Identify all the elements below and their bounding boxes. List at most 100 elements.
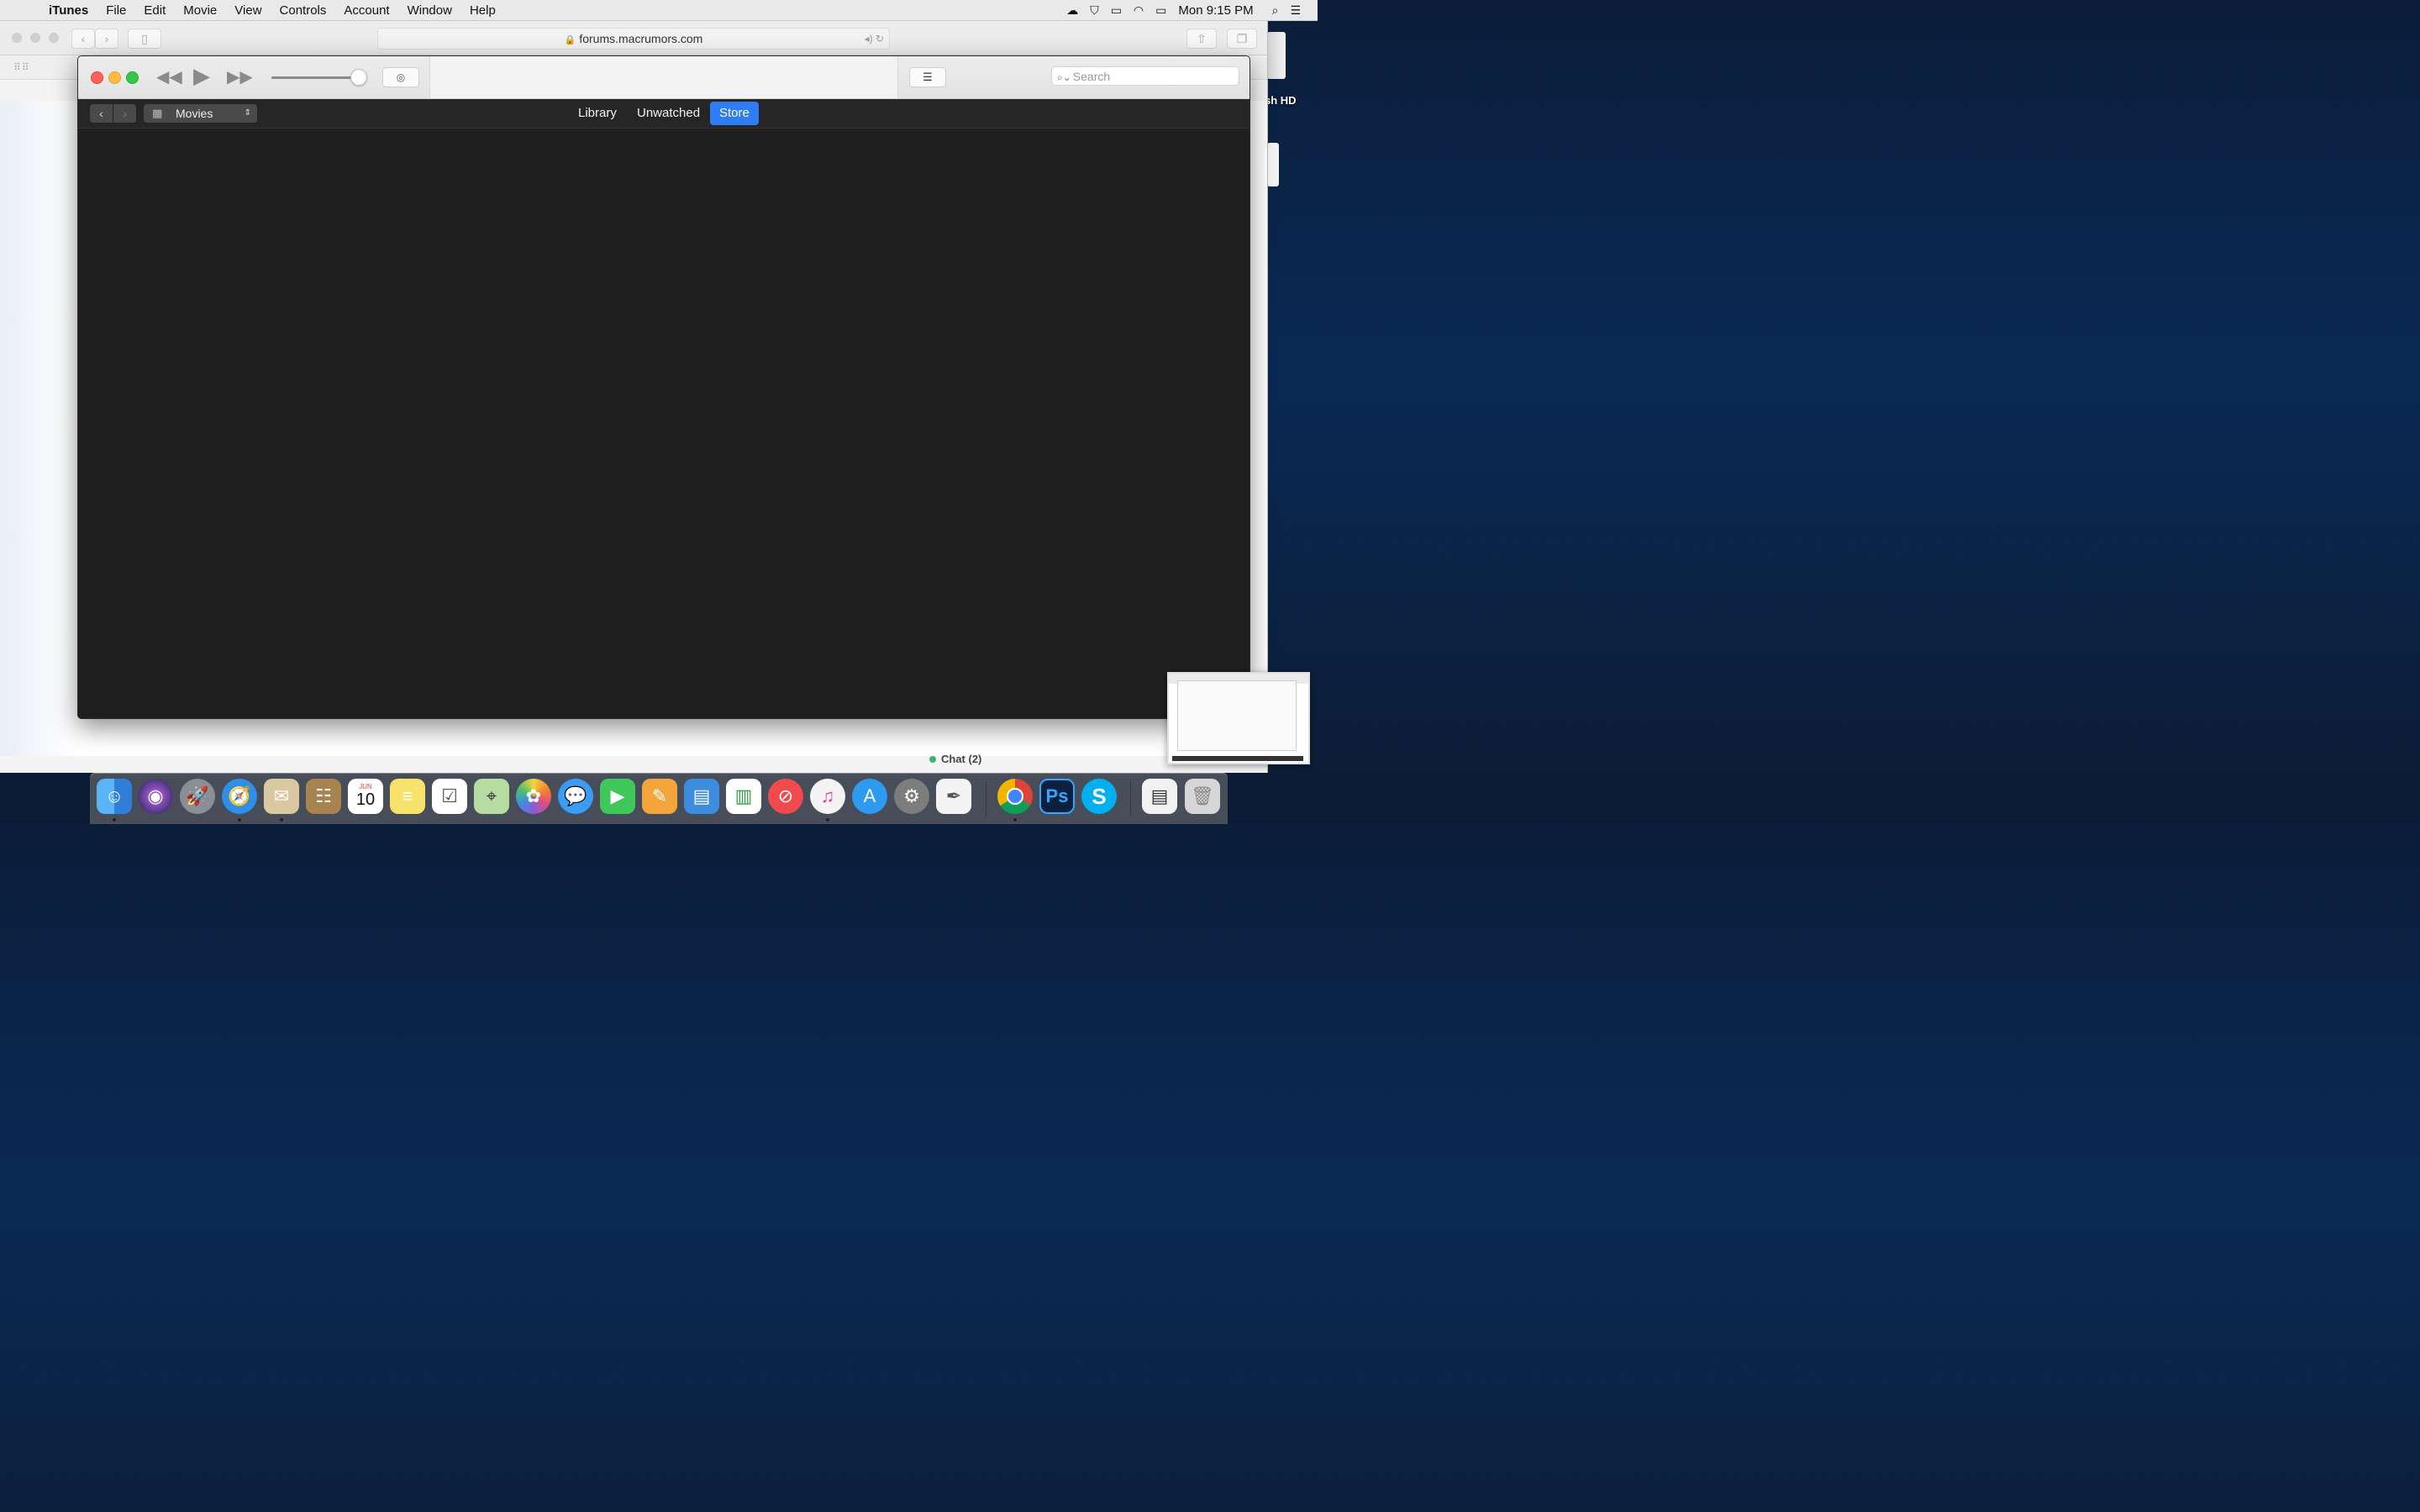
dock-calendar-icon[interactable]: JUN 10: [348, 779, 383, 814]
dock-news-icon[interactable]: ⊘: [768, 779, 803, 814]
play-icon[interactable]: ▶: [193, 63, 210, 89]
airplay-icon[interactable]: ▭: [1111, 3, 1122, 18]
safari-forward-button[interactable]: ›: [95, 29, 118, 49]
itunes-store-content: [78, 129, 1249, 718]
menu-app-itunes[interactable]: iTunes: [49, 3, 88, 18]
dock-finder-icon[interactable]: ☺: [97, 779, 132, 814]
media-kind-selector[interactable]: ▦ Movies ⇕: [144, 104, 257, 123]
itunes-navigation-bar: ‹ › ▦ Movies ⇕ Library Unwatched Store: [78, 99, 1249, 129]
dock-siri-icon[interactable]: ◉: [138, 779, 173, 814]
top-sites-grid-icon[interactable]: ⠿⠿: [13, 61, 30, 73]
itunes-toolbar: ◀◀ ▶ ▶▶ ◎ ☰ ⌕⌄ Search: [78, 56, 1249, 99]
menu-file[interactable]: File: [106, 3, 126, 18]
dock-reminders-icon[interactable]: ☑: [432, 779, 467, 814]
spotlight-search-icon[interactable]: ⌕: [1272, 3, 1279, 18]
sidebar-toggle-icon[interactable]: ▯: [128, 29, 161, 49]
running-indicator: [1013, 818, 1017, 822]
share-icon[interactable]: ⇧: [1186, 29, 1217, 49]
menu-account[interactable]: Account: [344, 3, 389, 18]
safari-minimize-button[interactable]: [30, 33, 40, 43]
dock-app-store-icon[interactable]: A: [852, 779, 887, 814]
menu-controls[interactable]: Controls: [280, 3, 327, 18]
document-icon[interactable]: [1267, 143, 1279, 186]
dock-contacts-icon[interactable]: ☷: [306, 779, 341, 814]
battery-icon[interactable]: ▭: [1155, 3, 1166, 18]
chat-indicator[interactable]: Chat (2): [929, 753, 981, 765]
menu-window[interactable]: Window: [408, 3, 452, 18]
running-indicator: [113, 818, 116, 822]
search-icon: ⌕⌄: [1057, 71, 1071, 83]
volume-slider-knob[interactable]: [350, 69, 367, 86]
hard-drive-icon[interactable]: [1267, 32, 1286, 79]
itunes-minimize-button[interactable]: [108, 71, 121, 84]
menu-view[interactable]: View: [234, 3, 261, 18]
dock: ☺ ◉ 🚀 🧭 ✉ ☷ JUN 10 ≡ ☑ ⌖ ✿ 💬 ▶ ✎ ▤ ▥ ⊘ ♫…: [90, 773, 1228, 824]
dock-mail-icon[interactable]: ✉: [264, 779, 299, 814]
tabs-overview-icon[interactable]: ❐: [1227, 29, 1257, 49]
online-dot-icon: [929, 756, 936, 763]
up-next-list-button[interactable]: ☰: [909, 67, 946, 87]
itunes-back-button[interactable]: ‹: [90, 104, 113, 123]
volume-slider-track[interactable]: [271, 76, 359, 79]
menu-bar: iTunes File Edit Movie View Controls Acc…: [0, 0, 1318, 21]
itunes-status-display: [429, 56, 898, 98]
itunes-zoom-button[interactable]: [126, 71, 139, 84]
dock-trash-icon[interactable]: 🗑: [1185, 779, 1220, 814]
dock-pages-icon[interactable]: ✎: [642, 779, 677, 814]
itunes-close-button[interactable]: [91, 71, 103, 84]
safari-back-button[interactable]: ‹: [71, 29, 95, 49]
notification-center-icon[interactable]: ☰: [1290, 3, 1301, 18]
dock-system-preferences-icon[interactable]: ⚙: [894, 779, 929, 814]
dock-numbers-icon[interactable]: ▥: [726, 779, 761, 814]
dock-maps-icon[interactable]: ⌖: [474, 779, 509, 814]
dock-launchpad-icon[interactable]: 🚀: [180, 779, 215, 814]
dock-chrome-icon[interactable]: [997, 779, 1033, 814]
running-indicator: [826, 818, 829, 822]
airplay-button[interactable]: ◎: [382, 67, 419, 87]
updown-chevron-icon: ⇕: [244, 108, 251, 118]
dock-photos-icon[interactable]: ✿: [516, 779, 551, 814]
dock-photoshop-icon[interactable]: Ps: [1039, 779, 1075, 814]
itunes-forward-button[interactable]: ›: [113, 104, 136, 123]
dock-document-preview-icon[interactable]: ▤: [1142, 779, 1177, 814]
reload-icon[interactable]: ◂) ↻: [865, 29, 884, 49]
menu-movie[interactable]: Movie: [183, 3, 217, 18]
dock-skype-icon[interactable]: S: [1081, 779, 1117, 814]
thumbnail-window: [1177, 680, 1297, 751]
tab-unwatched[interactable]: Unwatched: [628, 102, 709, 125]
dock-facetime-icon[interactable]: ▶: [600, 779, 635, 814]
safari-toolbar: ‹ › ▯ 🔒 forums.macrumors.com ◂) ↻ ⇧ ❐: [0, 21, 1267, 55]
safari-close-button[interactable]: [12, 33, 22, 43]
hard-drive-label: sh HD: [1265, 94, 1297, 107]
photoshop-label: Ps: [1045, 785, 1069, 806]
tab-library[interactable]: Library: [569, 102, 626, 125]
dock-keynote-icon[interactable]: ▤: [684, 779, 719, 814]
wifi-icon[interactable]: ◠: [1134, 3, 1144, 18]
film-icon: ▦: [152, 107, 163, 119]
safari-zoom-button[interactable]: [49, 33, 59, 43]
search-field[interactable]: ⌕⌄ Search: [1051, 66, 1239, 86]
fast-forward-icon[interactable]: ▶▶: [227, 66, 253, 87]
skype-label: S: [1092, 783, 1107, 809]
screenshot-thumbnail[interactable]: [1167, 672, 1310, 764]
calendar-month: JUN: [359, 783, 372, 790]
search-placeholder: Search: [1072, 70, 1111, 83]
menu-help[interactable]: Help: [470, 3, 496, 18]
shield-icon[interactable]: ⛉: [1090, 3, 1099, 18]
dock-notes-icon[interactable]: ≡: [390, 779, 425, 814]
clock[interactable]: Mon 9:15 PM: [1178, 3, 1253, 18]
address-bar[interactable]: 🔒 forums.macrumors.com ◂) ↻: [377, 28, 890, 50]
dock-textedit-icon[interactable]: ✒: [936, 779, 971, 814]
running-indicator: [280, 818, 283, 822]
dock-messages-icon[interactable]: 💬: [558, 779, 593, 814]
creative-cloud-icon[interactable]: ☁: [1066, 3, 1078, 18]
menu-edit[interactable]: Edit: [144, 3, 166, 18]
tab-store[interactable]: Store: [710, 102, 759, 125]
lock-icon: 🔒: [564, 35, 576, 45]
itunes-window: ◀◀ ▶ ▶▶ ◎ ☰ ⌕⌄ Search ‹ › ▦ Movies ⇕ Libr…: [77, 55, 1250, 719]
rewind-icon[interactable]: ◀◀: [156, 66, 182, 87]
dock-safari-icon[interactable]: 🧭: [222, 779, 257, 814]
dock-itunes-icon[interactable]: ♫: [810, 779, 845, 814]
media-kind-label: Movies: [176, 107, 213, 120]
calendar-day: 10: [355, 790, 376, 809]
